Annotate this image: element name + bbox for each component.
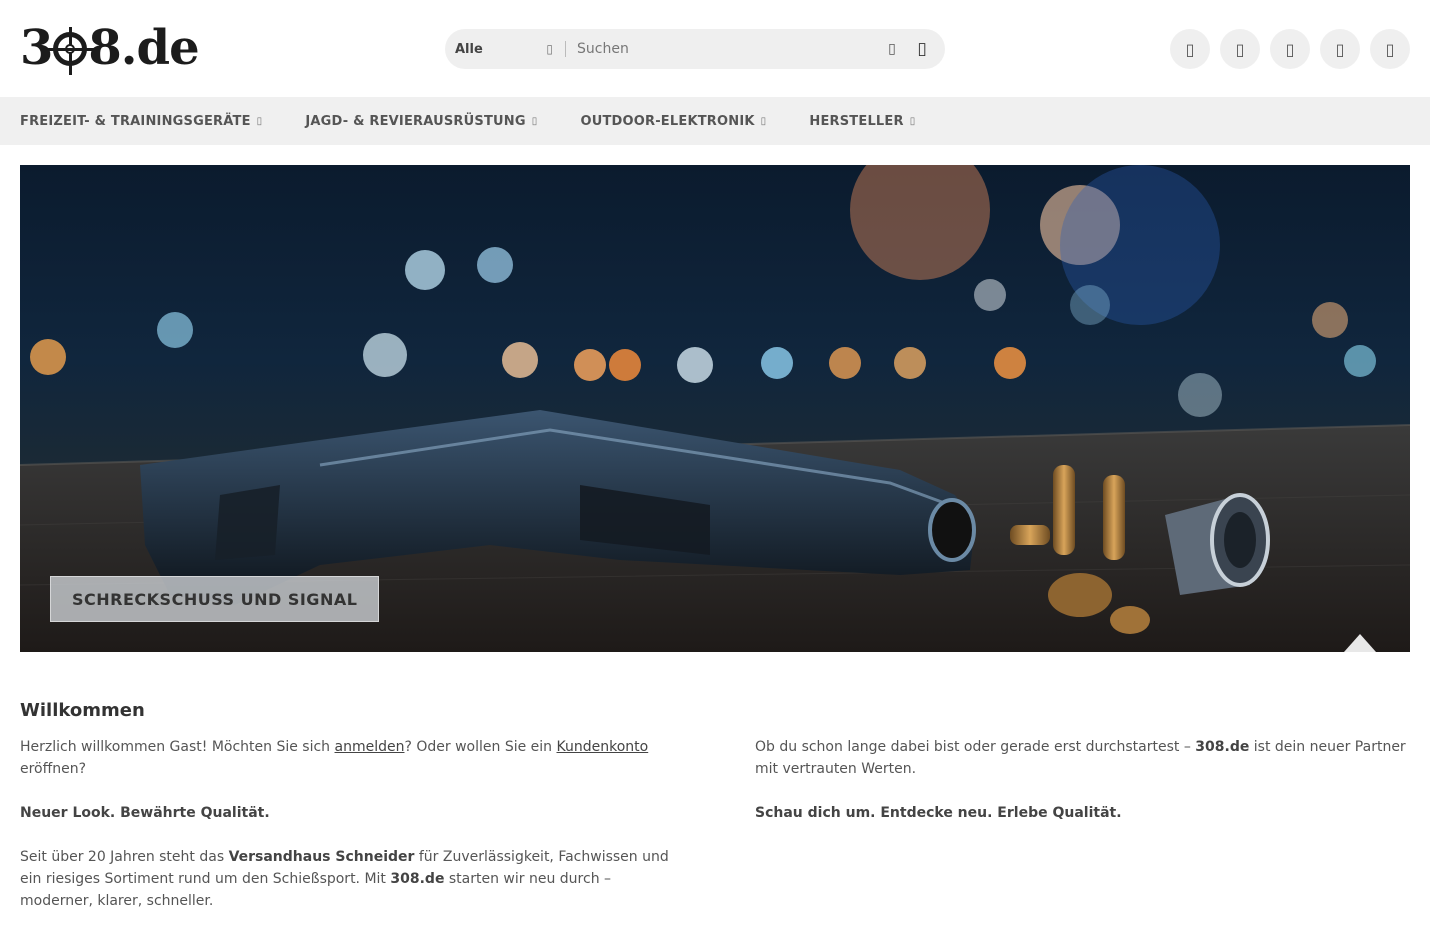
welcome-left-column: Herzlich willkommen Gast! Möchten Sie si… — [20, 736, 680, 934]
welcome-section: Willkommen Herzlich willkommen Gast! Möc… — [20, 700, 1410, 909]
chevron-down-icon: ▯ — [909, 115, 916, 127]
greeting-text-start: Herzlich willkommen Gast! Möchten Sie si… — [20, 739, 335, 755]
wishlist-button[interactable]: ▯ — [1220, 29, 1260, 69]
greeting-text-mid: ? Oder wollen Sie ein — [404, 739, 557, 755]
search-input[interactable] — [566, 30, 877, 68]
welcome-right-column: Ob du schon lange dabei bist oder gerade… — [755, 736, 1415, 846]
hero-category-label[interactable]: SCHRECKSCHUSS UND SIGNAL — [50, 576, 380, 622]
headline-text: Neuer Look. Bewährte Qualität. — [20, 805, 270, 821]
crosshair-icon — [48, 27, 97, 75]
partner-text-a: Ob du schon lange dabei bist oder gerade… — [755, 739, 1196, 755]
nav-item-label: OUTDOOR-ELEKTRONIK — [580, 113, 755, 129]
greeting-text-end: eröffnen? — [20, 761, 87, 777]
cart-icon: ▯ — [1385, 39, 1395, 59]
nav-item-freizeit[interactable]: FREIZEIT- & TRAININGSGERÄTE ▯ — [20, 114, 262, 129]
welcome-title: Willkommen — [20, 700, 145, 721]
search-bar: Alle ▯ ▯ ▯ — [445, 29, 945, 69]
nav-item-jagd[interactable]: JAGD- & REVIERAUSRÜSTUNG ▯ — [305, 114, 537, 129]
main-navigation: FREIZEIT- & TRAININGSGERÄTE ▯ JAGD- & RE… — [0, 97, 1430, 145]
welcome-intro-paragraph: Seit über 20 Jahren steht das Versandhau… — [20, 846, 680, 912]
header-actions: ▯ ▯ ▯ ▯ ▯ — [1170, 29, 1410, 69]
chevron-down-icon: ▯ — [256, 115, 263, 127]
logo-text-end: 8.de — [88, 20, 199, 76]
info-icon: ▯ — [1335, 39, 1345, 59]
nav-item-hersteller[interactable]: HERSTELLER ▯ — [809, 114, 915, 129]
info-button[interactable]: ▯ — [1320, 29, 1360, 69]
heart-icon: ▯ — [1235, 39, 1245, 59]
nav-item-outdoor[interactable]: OUTDOOR-ELEKTRONIK ▯ — [580, 114, 766, 129]
nav-item-label: FREIZEIT- & TRAININGSGERÄTE — [20, 113, 251, 129]
chevron-down-icon: ▯ — [546, 42, 553, 56]
login-link[interactable]: anmelden — [335, 739, 405, 755]
create-account-link[interactable]: Kundenkonto — [557, 739, 649, 755]
chevron-down-icon: ▯ — [760, 115, 767, 127]
scroll-up-arrow-icon — [1344, 634, 1376, 652]
user-icon: ▯ — [1185, 39, 1195, 59]
camera-icon[interactable]: ▯ — [877, 41, 907, 57]
compare-button[interactable]: ▯ — [1270, 29, 1310, 69]
cart-button[interactable]: ▯ — [1370, 29, 1410, 69]
nav-item-label: HERSTELLER — [809, 113, 904, 129]
site-header: 3 8.de Alle ▯ ▯ ▯ ▯ ▯ ▯ ▯ ▯ — [0, 0, 1440, 97]
nav-item-label: JAGD- & REVIERAUSRÜSTUNG — [305, 113, 526, 129]
welcome-greeting: Herzlich willkommen Gast! Möchten Sie si… — [20, 736, 680, 780]
search-icon[interactable]: ▯ — [907, 39, 937, 59]
chevron-down-icon: ▯ — [531, 115, 538, 127]
hero-banner[interactable]: SCHRECKSCHUSS UND SIGNAL — [20, 165, 1410, 652]
intro-company-name: Versandhaus Schneider — [228, 849, 415, 865]
search-category-select[interactable]: Alle ▯ — [445, 42, 565, 57]
intro-text-a: Seit über 20 Jahren steht das — [20, 849, 229, 865]
search-category-label: Alle — [455, 41, 483, 57]
welcome-tagline: Schau dich um. Entdecke neu. Erlebe Qual… — [755, 802, 1415, 824]
compare-icon: ▯ — [1285, 39, 1295, 59]
partner-brand-name: 308.de — [1195, 739, 1250, 755]
account-button[interactable]: ▯ — [1170, 29, 1210, 69]
welcome-headline: Neuer Look. Bewährte Qualität. — [20, 802, 680, 824]
tagline-text: Schau dich um. Entdecke neu. Erlebe Qual… — [755, 805, 1122, 821]
welcome-partner-paragraph: Ob du schon lange dabei bist oder gerade… — [755, 736, 1415, 780]
site-logo[interactable]: 3 8.de — [20, 20, 220, 76]
intro-brand-name: 308.de — [390, 871, 445, 887]
